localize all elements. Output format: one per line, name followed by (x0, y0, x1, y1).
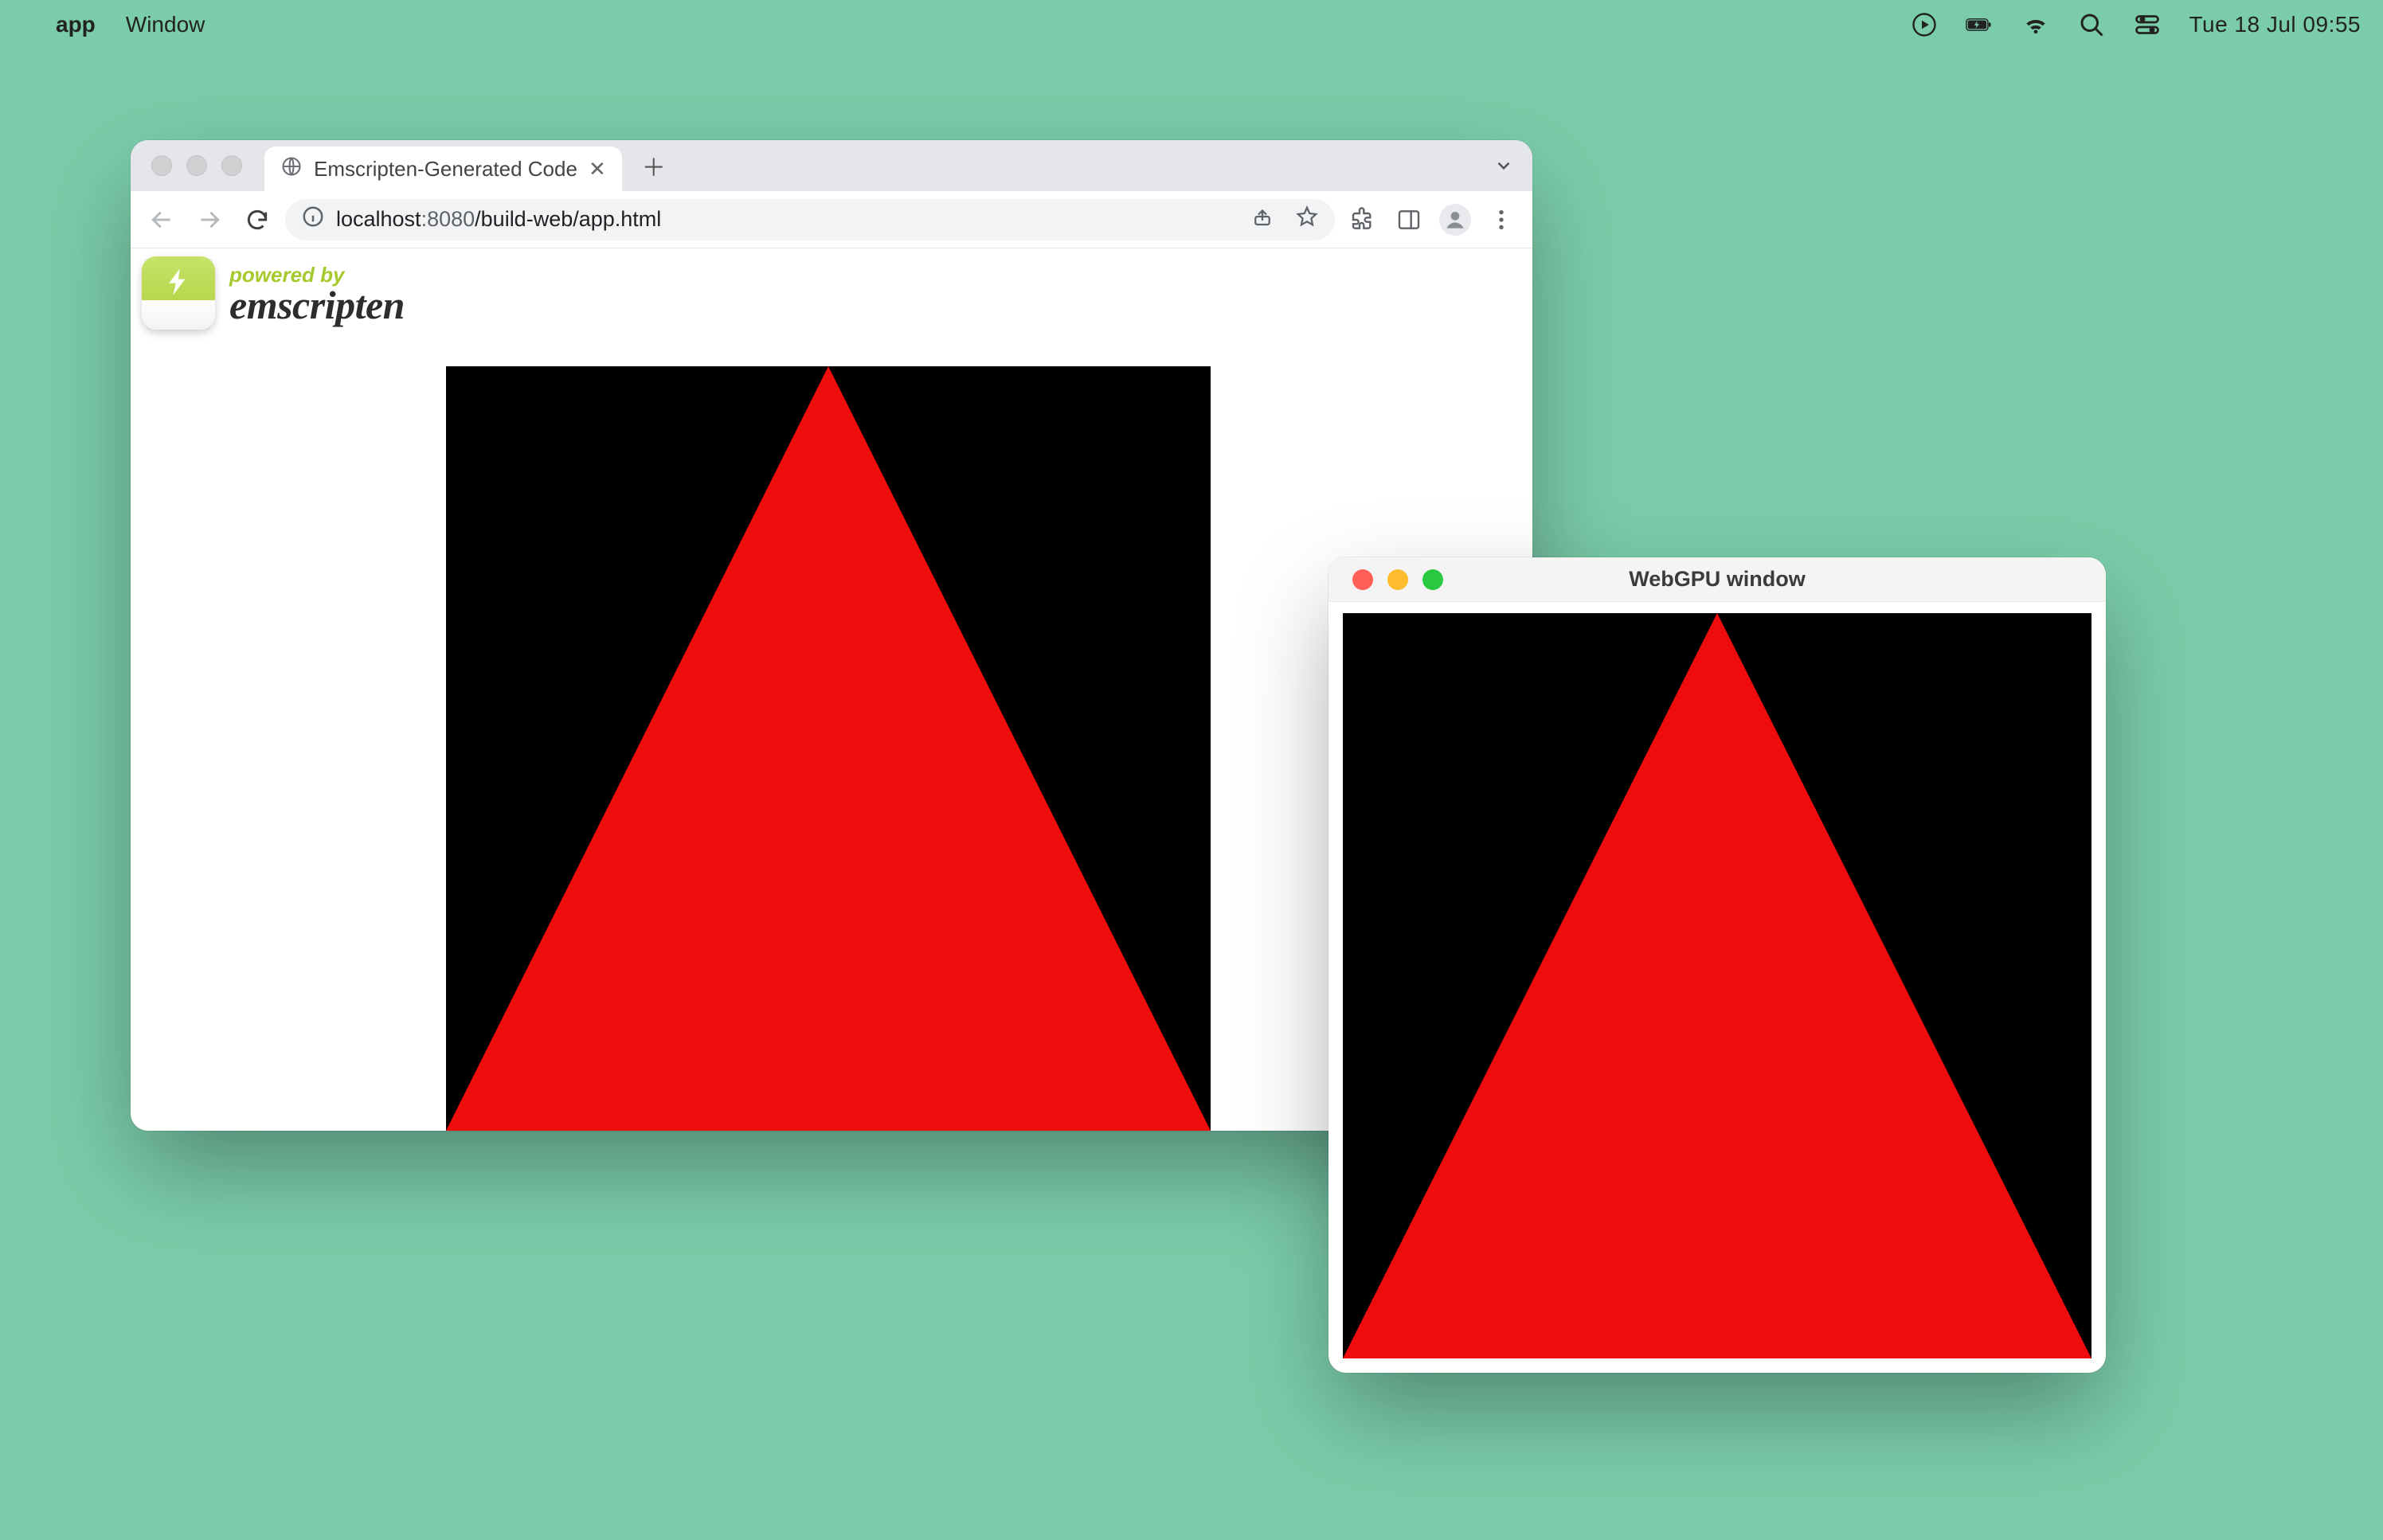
battery-icon[interactable] (1966, 10, 1994, 39)
menubar-clock[interactable]: Tue 18 Jul 09:55 (2189, 12, 2361, 37)
chrome-tabs-dropdown-icon[interactable] (1488, 155, 1520, 176)
site-info-icon[interactable] (301, 205, 325, 234)
profile-avatar-icon[interactable] (1435, 200, 1475, 240)
chrome-window: Emscripten-Generated Code ✕ ＋ localhost:… (131, 140, 1532, 1131)
emscripten-name-label: emscripten (229, 287, 405, 323)
wifi-icon[interactable] (2021, 10, 2050, 39)
side-panel-icon[interactable] (1389, 200, 1429, 240)
emscripten-logo-icon (142, 256, 215, 330)
chrome-close-button[interactable] (151, 155, 172, 176)
chrome-tabstrip: Emscripten-Generated Code ✕ ＋ (131, 140, 1532, 191)
globe-icon (280, 155, 303, 183)
chrome-tab-close-icon[interactable]: ✕ (589, 157, 606, 182)
screen-record-icon[interactable] (1910, 10, 1939, 39)
omnibox-host: localhost (336, 207, 421, 231)
chrome-menu-icon[interactable] (1481, 200, 1521, 240)
bookmark-star-icon[interactable] (1295, 205, 1319, 234)
chrome-toolbar: localhost:8080/build-web/app.html (131, 191, 1532, 248)
red-triangle-web (446, 366, 1211, 1131)
chrome-page-content: powered by emscripten (131, 248, 1532, 1131)
chrome-forward-button[interactable] (190, 200, 229, 240)
extensions-icon[interactable] (1343, 200, 1383, 240)
webgpu-canvas-web[interactable] (446, 366, 1211, 1131)
control-center-icon[interactable] (2133, 10, 2162, 39)
native-app-window: WebGPU window (1328, 557, 2106, 1373)
macos-menubar: app Window Tue 18 Jul 09:55 (0, 0, 2383, 49)
emscripten-banner: powered by emscripten (142, 256, 405, 330)
chrome-minimize-button[interactable] (186, 155, 207, 176)
chrome-tab-title: Emscripten-Generated Code (314, 157, 577, 182)
chrome-back-button[interactable] (142, 200, 182, 240)
native-close-button[interactable] (1352, 569, 1373, 590)
chrome-omnibox[interactable]: localhost:8080/build-web/app.html (285, 199, 1335, 240)
omnibox-path: /build-web/app.html (475, 207, 661, 231)
chrome-maximize-button[interactable] (221, 155, 242, 176)
chrome-traffic-lights[interactable] (143, 155, 250, 176)
native-minimize-button[interactable] (1387, 569, 1408, 590)
share-icon[interactable] (1250, 205, 1274, 234)
chrome-reload-button[interactable] (237, 200, 277, 240)
webgpu-canvas-native[interactable] (1343, 613, 2091, 1358)
chrome-new-tab-button[interactable]: ＋ (636, 148, 671, 183)
red-triangle-native (1343, 613, 2091, 1358)
native-maximize-button[interactable] (1422, 569, 1443, 590)
native-traffic-lights[interactable] (1344, 569, 1451, 590)
chrome-tab[interactable]: Emscripten-Generated Code ✕ (264, 147, 622, 191)
menubar-app-name[interactable]: app (56, 12, 96, 37)
native-titlebar[interactable]: WebGPU window (1328, 557, 2106, 602)
omnibox-port: :8080 (421, 207, 475, 231)
spotlight-icon[interactable] (2077, 10, 2106, 39)
menubar-window-menu[interactable]: Window (126, 12, 205, 37)
